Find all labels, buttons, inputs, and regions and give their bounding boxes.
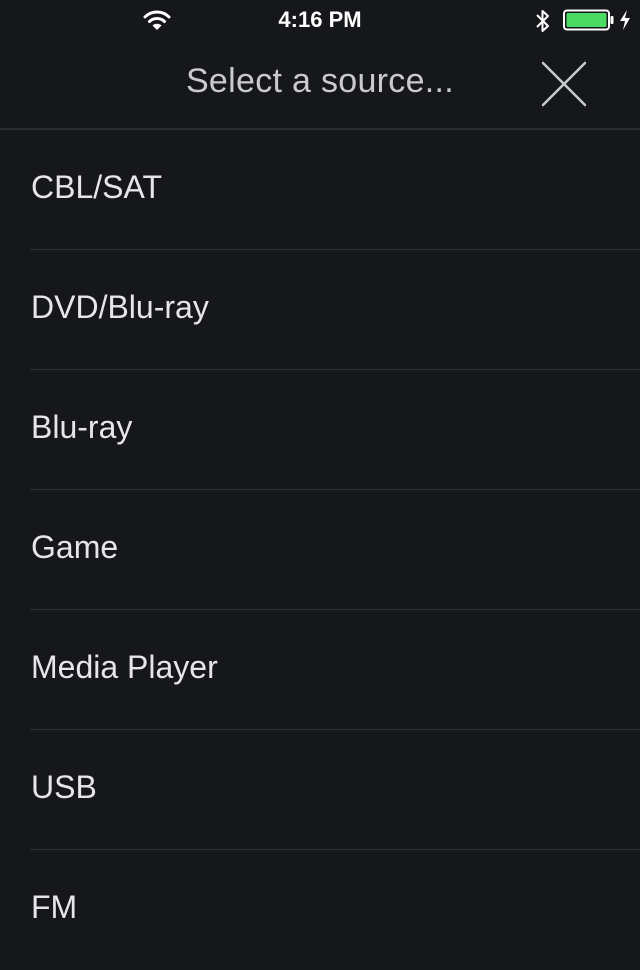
source-item-label: FM: [31, 889, 78, 925]
status-bar: 4:16 PM: [0, 0, 640, 40]
battery-icon: [563, 9, 615, 31]
source-item-label: USB: [31, 769, 97, 805]
source-item-label: CBL/SAT: [31, 169, 162, 205]
source-item-label: DVD/Blu-ray: [31, 289, 209, 325]
source-item-label: Media Player: [31, 649, 218, 685]
close-icon: [538, 58, 590, 110]
source-item-game[interactable]: Game: [0, 490, 640, 610]
source-item-label: Blu-ray: [31, 409, 133, 445]
source-item-fm[interactable]: FM: [0, 850, 640, 970]
source-item-cbl-sat[interactable]: CBL/SAT: [0, 130, 640, 250]
bluetooth-icon: [534, 8, 552, 34]
source-list: CBL/SAT DVD/Blu-ray Blu-ray Game Media P…: [0, 130, 640, 970]
source-item-usb[interactable]: USB: [0, 730, 640, 850]
source-item-blu-ray[interactable]: Blu-ray: [0, 370, 640, 490]
close-button[interactable]: [538, 58, 590, 110]
source-item-media-player[interactable]: Media Player: [0, 610, 640, 730]
source-item-label: Game: [31, 529, 119, 565]
source-item-dvd-blu-ray[interactable]: DVD/Blu-ray: [0, 250, 640, 370]
header: Select a source...: [0, 40, 640, 130]
charging-bolt-icon: [618, 9, 632, 31]
